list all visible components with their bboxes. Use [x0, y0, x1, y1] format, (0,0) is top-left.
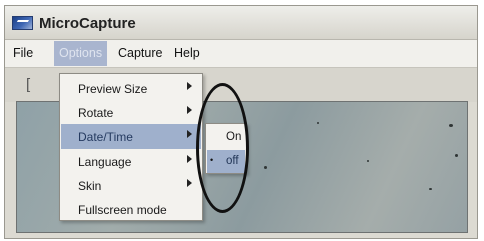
options-item-label: Skin — [78, 179, 102, 193]
menu-options[interactable]: Options — [54, 41, 108, 66]
preview-speck — [429, 188, 432, 190]
preview-speck — [455, 154, 458, 157]
submenu-item-label: On — [226, 131, 242, 143]
options-item-fullscreen-mode[interactable]: Fullscreen mode — [61, 197, 201, 222]
toolbar-button-icon[interactable]: [ — [26, 76, 30, 93]
preview-speck — [367, 160, 369, 162]
options-item-label: Preview Size — [78, 82, 148, 96]
submenu-arrow-icon — [187, 130, 192, 138]
preview-speck — [317, 122, 319, 124]
date-time-off-option[interactable]: • off — [207, 150, 245, 173]
submenu-arrow-icon — [187, 106, 192, 114]
submenu-arrow-icon — [187, 82, 192, 90]
submenu-arrow-icon — [187, 179, 192, 187]
date-time-submenu: On • off — [205, 123, 247, 174]
microcapture-app-icon — [12, 16, 33, 30]
submenu-item-label: off — [226, 155, 239, 167]
app-window: MicroCapture File Options Capture Help [… — [4, 5, 478, 239]
options-item-preview-size[interactable]: Preview Size — [61, 76, 201, 101]
options-item-label: Fullscreen mode — [78, 203, 167, 217]
options-dropdown-menu: Preview Size Rotate Date/Time Language S… — [59, 73, 203, 221]
date-time-on-option[interactable]: On — [207, 126, 245, 149]
preview-speck — [264, 166, 267, 169]
menu-help[interactable]: Help — [174, 46, 200, 60]
menu-bar: File Options Capture Help — [5, 40, 477, 68]
options-item-language[interactable]: Language — [61, 149, 201, 174]
options-item-date-time[interactable]: Date/Time — [61, 124, 201, 149]
options-item-label: Date/Time — [78, 130, 133, 144]
menu-capture[interactable]: Capture — [118, 46, 162, 60]
options-item-rotate[interactable]: Rotate — [61, 100, 201, 125]
preview-speck — [449, 124, 453, 127]
options-item-label: Rotate — [78, 106, 114, 120]
submenu-arrow-icon — [187, 155, 192, 163]
menu-file[interactable]: File — [13, 46, 33, 60]
window-title: MicroCapture — [39, 15, 136, 32]
selected-bullet-icon: • — [210, 155, 214, 165]
options-item-skin[interactable]: Skin — [61, 173, 201, 198]
options-item-label: Language — [78, 155, 132, 169]
title-bar[interactable]: MicroCapture — [5, 6, 477, 40]
